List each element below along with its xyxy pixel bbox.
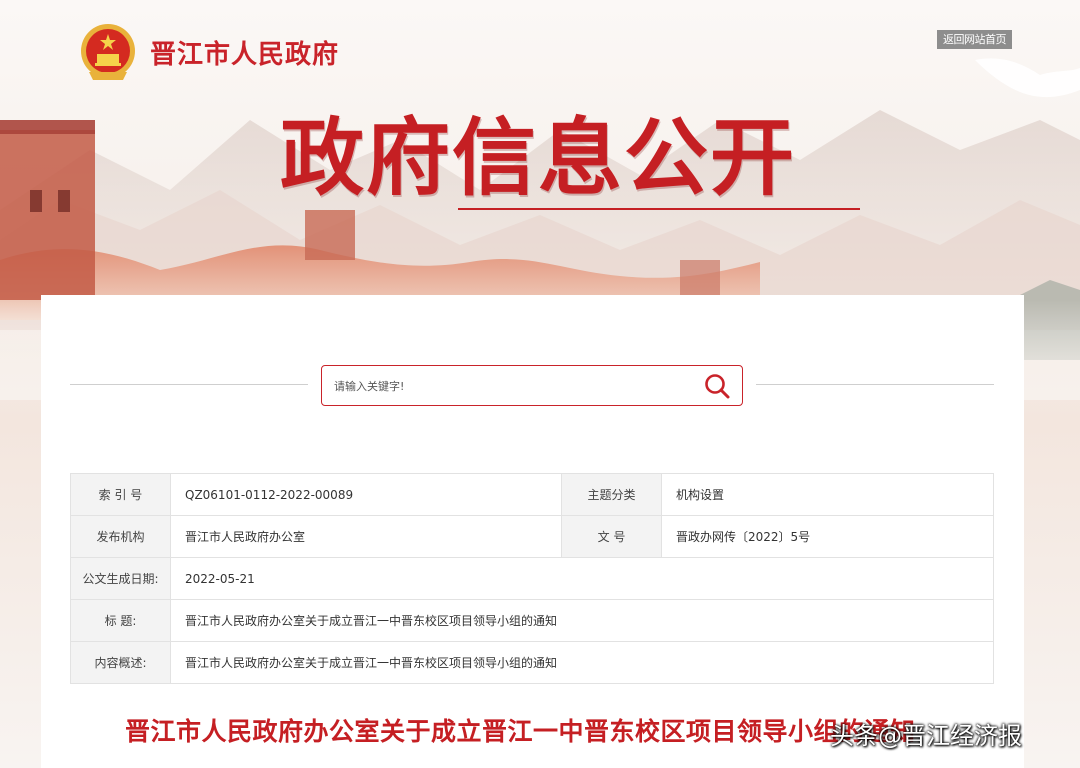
- banner-title: 政府信息公开: [280, 109, 797, 207]
- table-row: 发布机构 晋江市人民政府办公室 文 号 晋政办网传〔2022〕5号: [70, 515, 994, 558]
- table-row: 标 题: 晋江市人民政府办公室关于成立晋江一中晋东校区项目领导小组的通知: [70, 599, 994, 642]
- topic-label: 主题分类: [561, 473, 662, 516]
- publisher-label: 发布机构: [70, 515, 171, 558]
- document-meta-table: 索 引 号 QZ06101-0112-2022-00089 主题分类 机构设置 …: [70, 473, 994, 684]
- docno-value: 晋政办网传〔2022〕5号: [661, 515, 994, 558]
- search-icon[interactable]: [702, 372, 732, 400]
- search-divider-right: [756, 384, 994, 385]
- publisher-value: 晋江市人民政府办公室: [170, 515, 562, 558]
- docno-label: 文 号: [561, 515, 662, 558]
- site-title[interactable]: 晋江市人民政府: [150, 34, 339, 71]
- index-label: 索 引 号: [70, 473, 171, 516]
- title-value: 晋江市人民政府办公室关于成立晋江一中晋东校区项目领导小组的通知: [170, 599, 994, 642]
- home-link[interactable]: 返回网站首页: [937, 30, 1012, 49]
- document-title: 晋江市人民政府办公室关于成立晋江一中晋东校区项目领导小组的通知: [125, 717, 916, 746]
- national-emblem-icon: [81, 24, 135, 80]
- index-value: QZ06101-0112-2022-00089: [170, 473, 562, 516]
- search-divider-left: [70, 384, 308, 385]
- topic-value: 机构设置: [661, 473, 994, 516]
- search-input[interactable]: [334, 375, 674, 397]
- date-value: 2022-05-21: [170, 557, 994, 600]
- watermark: 头条@晋江经济报: [830, 722, 1022, 750]
- search-box: [321, 365, 743, 406]
- summary-value: 晋江市人民政府办公室关于成立晋江一中晋东校区项目领导小组的通知: [170, 641, 994, 684]
- banner-underline: [458, 208, 860, 210]
- date-label: 公文生成日期:: [70, 557, 171, 600]
- summary-label: 内容概述:: [70, 641, 171, 684]
- table-row: 内容概述: 晋江市人民政府办公室关于成立晋江一中晋东校区项目领导小组的通知: [70, 641, 994, 684]
- title-label: 标 题:: [70, 599, 171, 642]
- page: 晋江市人民政府 返回网站首页 政府信息公开 索 引 号 QZ06101-0112…: [0, 0, 1080, 768]
- table-row: 索 引 号 QZ06101-0112-2022-00089 主题分类 机构设置: [70, 473, 994, 516]
- table-row: 公文生成日期: 2022-05-21: [70, 557, 994, 600]
